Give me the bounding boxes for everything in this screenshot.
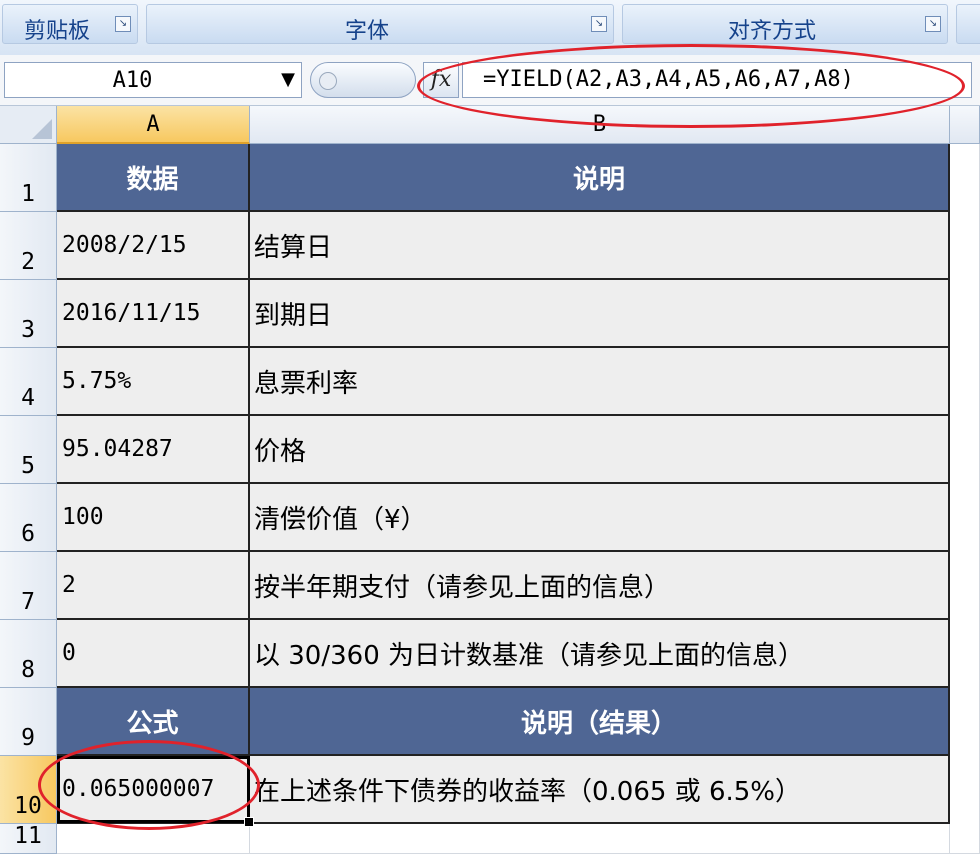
ribbon-group-alignment: 对齐方式 ↘ [622, 4, 948, 44]
row-header-11[interactable]: 11 [0, 823, 57, 854]
font-dialog-launcher-icon[interactable]: ↘ [591, 16, 607, 32]
cell-b5[interactable]: 价格 [250, 416, 950, 484]
cell-a10[interactable]: 0.065000007 [57, 756, 250, 824]
cell-a2[interactable]: 2008/2/15 [57, 212, 250, 280]
font-group-label: 字体 [344, 19, 389, 44]
ribbon-group-font: 字体 ↘ [146, 4, 614, 44]
name-box-dropdown-icon[interactable]: ▼ [281, 69, 295, 90]
formula-bar: A10 ▼ fx =YIELD(A2,A3,A4,A5,A6,A7,A8) [0, 55, 980, 106]
ribbon-group-clipboard: 剪贴板 ↘ [2, 4, 138, 44]
name-box-value: A10 [112, 68, 153, 93]
cell-a3[interactable]: 2016/11/15 [57, 280, 250, 348]
cell-a1[interactable]: 数据 [57, 144, 250, 212]
column-header-a[interactable]: A [57, 106, 250, 144]
row-header-7[interactable]: 7 [0, 552, 57, 620]
cell-a6[interactable]: 100 [57, 484, 250, 552]
splitter-handle-icon[interactable] [319, 72, 337, 90]
cell-b2[interactable]: 结算日 [250, 212, 950, 280]
cell-b1[interactable]: 说明 [250, 144, 950, 212]
cell-b7[interactable]: 按半年期支付（请参见上面的信息） [250, 552, 950, 620]
row-header-2[interactable]: 2 [0, 212, 57, 280]
row-header-10[interactable]: 10 [0, 756, 57, 824]
fill-handle[interactable] [244, 817, 254, 827]
ribbon: 剪贴板 ↘ 字体 ↘ 对齐方式 ↘ [0, 0, 980, 56]
ribbon-group-next [956, 4, 980, 44]
cell-a8[interactable]: 0 [57, 620, 250, 688]
column-header-b[interactable]: B [250, 106, 950, 144]
cell-b11[interactable] [250, 824, 950, 854]
cell-a7[interactable]: 2 [57, 552, 250, 620]
cell-b10[interactable]: 在上述条件下债券的收益率（0.065 或 6.5%） [250, 756, 950, 824]
fx-label: fx [430, 67, 452, 92]
cell-b9[interactable]: 说明（结果） [250, 688, 950, 756]
cell-b3[interactable]: 到期日 [250, 280, 950, 348]
clipboard-group-label: 剪贴板 [23, 19, 90, 44]
row-header-8[interactable]: 8 [0, 620, 57, 688]
cell-b6[interactable]: 清偿价值（¥） [250, 484, 950, 552]
cell-a5[interactable]: 95.04287 [57, 416, 250, 484]
cell-a11[interactable] [57, 824, 250, 854]
select-all-button[interactable] [0, 106, 57, 144]
row-header-1[interactable]: 1 [0, 144, 57, 212]
row-header-3[interactable]: 3 [0, 280, 57, 348]
cell-a4[interactable]: 5.75% [57, 348, 250, 416]
name-box[interactable]: A10 ▼ [4, 62, 302, 98]
row-header-5[interactable]: 5 [0, 416, 57, 484]
cell-a9[interactable]: 公式 [57, 688, 250, 756]
alignment-dialog-launcher-icon[interactable]: ↘ [925, 16, 941, 32]
column-header-c[interactable] [950, 106, 980, 144]
clipboard-dialog-launcher-icon[interactable]: ↘ [115, 16, 131, 32]
cell-b4[interactable]: 息票利率 [250, 348, 950, 416]
cell-b8[interactable]: 以 30/360 为日计数基准（请参见上面的信息） [250, 620, 950, 688]
insert-function-icon[interactable]: fx [423, 62, 459, 98]
column-c-cells[interactable] [950, 144, 980, 854]
row-header-9[interactable]: 9 [0, 688, 57, 756]
select-all-triangle-icon [32, 119, 52, 139]
formula-input[interactable]: =YIELD(A2,A3,A4,A5,A6,A7,A8) [462, 62, 972, 98]
row-header-6[interactable]: 6 [0, 484, 57, 552]
formula-bar-splitter[interactable] [310, 62, 416, 98]
worksheet-grid: A B 1 2 3 4 5 6 7 8 9 10 11 数据 说明 2008/2… [0, 106, 980, 854]
row-header-4[interactable]: 4 [0, 348, 57, 416]
alignment-group-label: 对齐方式 [727, 19, 816, 44]
